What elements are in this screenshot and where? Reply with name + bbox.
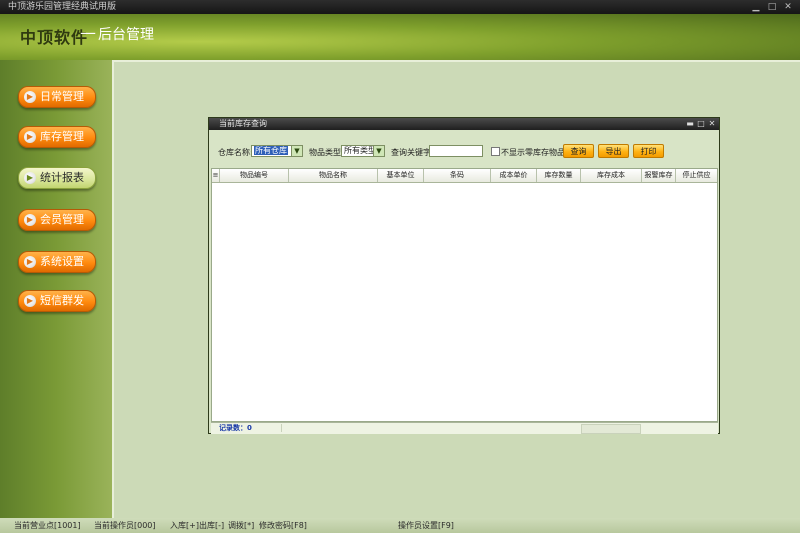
arrow-right-icon: ▶ bbox=[24, 295, 36, 307]
column-header-stock-qty[interactable]: 库存数量 bbox=[537, 169, 581, 182]
print-button[interactable]: 打印 bbox=[633, 144, 664, 158]
status-current-operator: 当前操作员[000] bbox=[94, 521, 156, 530]
stock-in-link[interactable]: 入库[+] bbox=[170, 518, 199, 533]
sidebar: ▶ 日常管理 ▶ 库存管理 ▶ 统计报表 ▶ 会员管理 ▶ 系统设置 ▶ 短信群… bbox=[0, 60, 112, 518]
export-button[interactable]: 导出 bbox=[598, 144, 629, 158]
brand-separator: — bbox=[80, 23, 96, 42]
arrow-right-icon: ▶ bbox=[24, 131, 36, 143]
keyword-input[interactable] bbox=[429, 145, 483, 157]
chevron-down-icon[interactable]: ▼ bbox=[373, 146, 384, 156]
column-header-stop-supply[interactable]: 停止供应 bbox=[676, 169, 717, 182]
record-count: 记录数：0 bbox=[219, 424, 252, 432]
sidebar-item-members[interactable]: ▶ 会员管理 bbox=[18, 209, 96, 231]
brand-logo: 中顶软件 bbox=[20, 28, 89, 47]
column-header-item-name[interactable]: 物品名称 bbox=[289, 169, 378, 182]
arrow-right-icon: ▶ bbox=[24, 214, 36, 226]
arrow-right-icon: ▶ bbox=[24, 91, 36, 103]
sidebar-item-label: 日常管理 bbox=[40, 90, 84, 103]
sidebar-item-settings[interactable]: ▶ 系统设置 bbox=[18, 251, 96, 273]
status-segment bbox=[581, 424, 641, 434]
page-title: 后台管理 bbox=[98, 27, 154, 43]
column-header-alert-stock[interactable]: 报警库存 bbox=[642, 169, 676, 182]
chevron-down-icon[interactable]: ▼ bbox=[291, 146, 302, 156]
window-controls: ▁ □ ✕ bbox=[750, 0, 794, 13]
close-icon[interactable]: ✕ bbox=[708, 118, 716, 130]
app-statusbar: 当前营业点[1001] 当前操作员[000] 入库[+] 出库[-] 调拨[*]… bbox=[0, 518, 800, 533]
sidebar-item-reports[interactable]: ▶ 统计报表 bbox=[18, 167, 96, 189]
row-indicator-icon: ≡ bbox=[212, 169, 220, 182]
stock-out-link[interactable]: 出库[-] bbox=[199, 518, 224, 533]
arrow-right-icon: ▶ bbox=[24, 172, 36, 184]
query-button[interactable]: 查询 bbox=[563, 144, 594, 158]
status-current-shop: 当前营业点[1001] bbox=[14, 521, 81, 530]
column-header-item-code[interactable]: 物品编号 bbox=[220, 169, 289, 182]
column-header-stock-cost[interactable]: 库存成本 bbox=[581, 169, 642, 182]
status-segment bbox=[281, 424, 582, 432]
column-header-barcode[interactable]: 条码 bbox=[424, 169, 491, 182]
category-select[interactable]: 所有类型 ▼ bbox=[341, 145, 385, 157]
arrow-right-icon: ▶ bbox=[24, 256, 36, 268]
app-titlebar: 中顶游乐园管理经典试用版 ▁ □ ✕ bbox=[0, 0, 800, 14]
sidebar-item-label: 库存管理 bbox=[40, 130, 84, 143]
maximize-icon[interactable]: □ bbox=[766, 1, 778, 13]
filter-bar: 仓库名称: 所有仓库 ▼ 物品类型: 所有类型 ▼ 查询关键字: 不显示零库存物… bbox=[209, 144, 719, 160]
column-header-unit[interactable]: 基本单位 bbox=[378, 169, 424, 182]
dialog-statusbar: 记录数：0 bbox=[211, 422, 718, 434]
dialog-titlebar[interactable]: 当前库存查询 ▬ □ ✕ bbox=[209, 118, 719, 130]
hide-zero-checkbox[interactable] bbox=[491, 147, 500, 156]
app-title: 中顶游乐园管理经典试用版 bbox=[8, 2, 117, 12]
inventory-query-dialog: 当前库存查询 ▬ □ ✕ 仓库名称: 所有仓库 ▼ 物品类型: 所有类型 ▼ 查… bbox=[208, 117, 720, 434]
sidebar-item-daily[interactable]: ▶ 日常管理 bbox=[18, 86, 96, 108]
category-label: 物品类型: bbox=[309, 148, 344, 157]
close-icon[interactable]: ✕ bbox=[782, 1, 794, 13]
sidebar-item-label: 短信群发 bbox=[40, 294, 84, 307]
dialog-window-controls: ▬ □ ✕ bbox=[686, 118, 716, 130]
sidebar-item-label: 会员管理 bbox=[40, 213, 84, 226]
header-banner: 中顶软件 — 后台管理 bbox=[0, 14, 800, 60]
table-header: ≡ 物品编号 物品名称 基本单位 条码 成本单价 库存数量 库存成本 报警库存 … bbox=[212, 169, 717, 183]
sidebar-item-inventory[interactable]: ▶ 库存管理 bbox=[18, 126, 96, 148]
sidebar-item-label: 系统设置 bbox=[40, 255, 84, 268]
dialog-title: 当前库存查询 bbox=[219, 119, 267, 128]
minimize-icon[interactable]: ▁ bbox=[750, 1, 762, 13]
sidebar-item-sms[interactable]: ▶ 短信群发 bbox=[18, 290, 96, 312]
maximize-icon[interactable]: □ bbox=[697, 118, 705, 130]
sidebar-item-label: 统计报表 bbox=[40, 171, 84, 184]
keyword-label: 查询关键字: bbox=[391, 148, 434, 157]
change-password-link[interactable]: 修改密码[F8] bbox=[259, 518, 307, 533]
inventory-table[interactable]: ≡ 物品编号 物品名称 基本单位 条码 成本单价 库存数量 库存成本 报警库存 … bbox=[211, 168, 718, 422]
warehouse-label: 仓库名称: bbox=[218, 148, 253, 157]
operator-settings-link[interactable]: 操作员设置[F9] bbox=[398, 518, 454, 533]
column-header-unit-cost[interactable]: 成本单价 bbox=[491, 169, 537, 182]
hide-zero-label: 不显示零库存物品 bbox=[501, 148, 565, 157]
minimize-icon[interactable]: ▬ bbox=[686, 118, 694, 130]
transfer-link[interactable]: 调拨[*] bbox=[228, 518, 254, 533]
warehouse-select[interactable]: 所有仓库 ▼ bbox=[251, 145, 303, 157]
